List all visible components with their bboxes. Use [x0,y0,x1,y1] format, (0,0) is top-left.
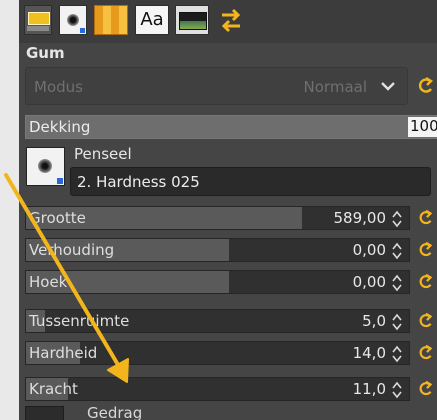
annotation-arrow [4,173,129,383]
